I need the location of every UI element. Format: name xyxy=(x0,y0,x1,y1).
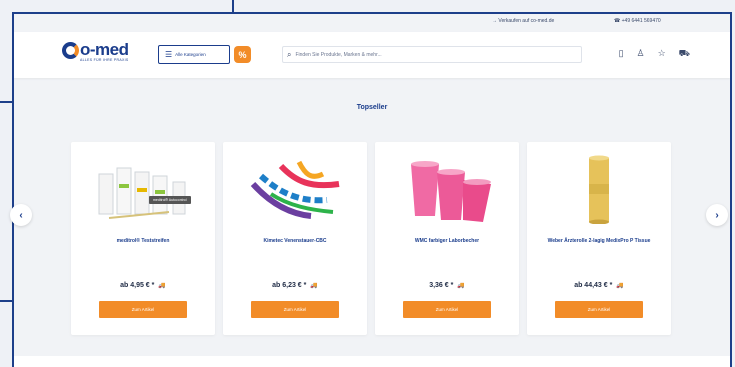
logo[interactable]: o-med ALLES FÜR IHRE PRAXIS xyxy=(62,40,142,70)
header: o-med ALLES FÜR IHRE PRAXIS ☰ Alle Kateg… xyxy=(14,32,730,78)
carousel-next-button[interactable]: › xyxy=(706,204,728,226)
cart-icon[interactable]: ⛟ xyxy=(679,48,690,60)
clipboard-icon[interactable]: ▯ xyxy=(619,48,624,60)
browser-frame: → Verkaufen auf co-med.de ☎ +49 6441 569… xyxy=(10,12,732,367)
categories-button[interactable]: ☰ Alle Kategorien xyxy=(158,45,230,64)
page: → Verkaufen auf co-med.de ☎ +49 6441 569… xyxy=(0,0,735,367)
categories-label: Alle Kategorien xyxy=(175,52,206,57)
logo-text: o-med xyxy=(80,40,129,59)
logo-c-icon xyxy=(62,41,79,59)
shipping-icon: 🚚 xyxy=(310,283,318,289)
price-value: ab 6,23 € * xyxy=(272,282,307,289)
phone-link[interactable]: ☎ +49 6441 569470 xyxy=(614,18,661,24)
product-name[interactable]: Weber Ärzterolle 2-lagig MedixPro P Tiss… xyxy=(535,238,663,245)
product-image xyxy=(545,154,653,224)
star-icon[interactable]: ☆ xyxy=(658,48,666,60)
product-image xyxy=(241,154,349,224)
product-image xyxy=(393,154,501,224)
image-tooltip: meditrol® Autocontrol xyxy=(149,196,191,204)
product-card[interactable]: Weber Ärzterolle 2-lagig MedixPro P Tiss… xyxy=(527,142,671,335)
sell-link[interactable]: → Verkaufen auf co-med.de xyxy=(492,18,554,24)
search-input[interactable]: ⌕ Finden Sie Produkte, Marken & mehr... xyxy=(282,46,582,63)
shipping-icon: 🚚 xyxy=(158,283,166,289)
to-article-button[interactable]: Zum Artikel xyxy=(403,301,491,318)
price-value: 3,36 € * xyxy=(429,282,454,289)
carousel-prev-button[interactable]: ‹ xyxy=(10,204,32,226)
search-placeholder: Finden Sie Produkte, Marken & mehr... xyxy=(295,51,382,58)
section-title: Topseller xyxy=(356,104,388,111)
product-carousel: ‹ meditrol® Autocontrol meditrol® Testst… xyxy=(10,132,730,342)
search-icon: ⌕ xyxy=(287,49,292,59)
product-price: ab 6,23 € * 🚚 xyxy=(223,282,367,289)
to-article-button[interactable]: Zum Artikel xyxy=(555,301,643,318)
product-card[interactable]: Kimetec Venenstauer-CBC ab 6,23 € * 🚚 Zum… xyxy=(223,142,367,335)
product-price: ab 4,95 € * 🚚 xyxy=(71,282,215,289)
menu-icon: ☰ xyxy=(165,49,173,59)
logo-tagline: ALLES FÜR IHRE PRAXIS xyxy=(80,58,129,62)
product-name[interactable]: meditrol® Teststreifen xyxy=(79,238,207,245)
user-icon[interactable]: ♙ xyxy=(637,48,645,60)
product-image xyxy=(89,154,197,224)
product-name[interactable]: Kimetec Venenstauer-CBC xyxy=(231,238,359,245)
next-section-band xyxy=(14,356,730,367)
shipping-icon: 🚚 xyxy=(457,283,465,289)
product-price: ab 44,43 € * 🚚 xyxy=(527,282,671,289)
product-card[interactable]: WMC farbiger Laborbecher 3,36 € * 🚚 Zum A… xyxy=(375,142,519,335)
product-price: 3,36 € * 🚚 xyxy=(375,282,519,289)
to-article-button[interactable]: Zum Artikel xyxy=(251,301,339,318)
to-article-button[interactable]: Zum Artikel xyxy=(99,301,187,318)
header-icons: ▯ ♙ ☆ ⛟ xyxy=(619,48,690,60)
product-name[interactable]: WMC farbiger Laborbecher xyxy=(383,238,511,245)
sale-badge[interactable]: % xyxy=(234,46,251,63)
price-value: ab 44,43 € * xyxy=(574,282,613,289)
price-value: ab 4,95 € * xyxy=(120,282,155,289)
product-card[interactable]: meditrol® Autocontrol meditrol® Teststre… xyxy=(71,142,215,335)
shipping-icon: 🚚 xyxy=(616,283,624,289)
